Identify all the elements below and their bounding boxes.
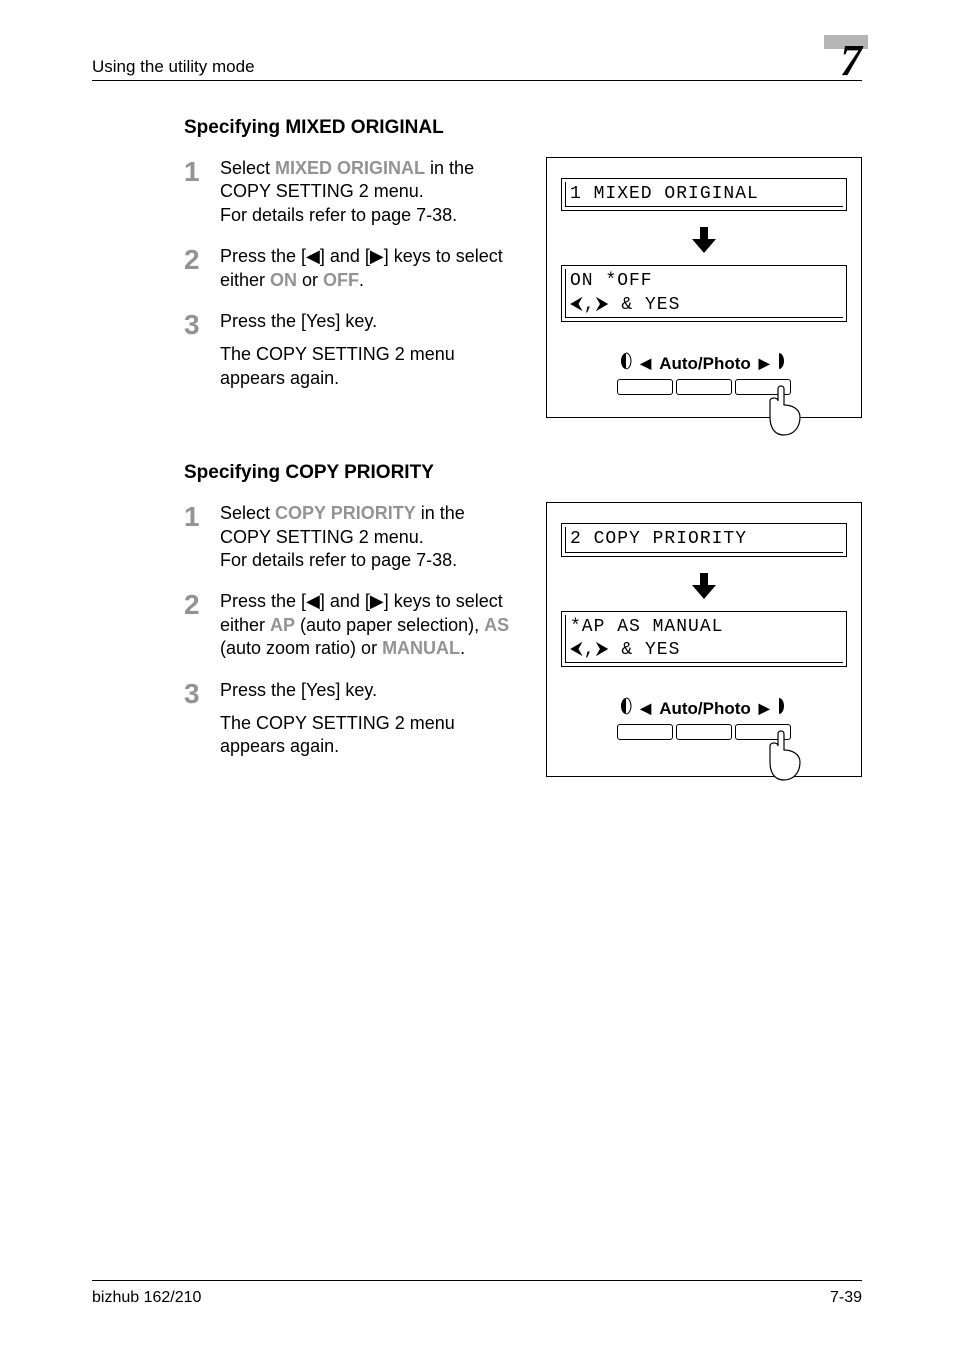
auto-photo-label-row: ◀ Auto/Photo ▶ xyxy=(604,697,804,720)
text: . xyxy=(460,638,465,658)
density-solid-icon xyxy=(778,352,788,375)
step-number: 1 xyxy=(184,157,220,227)
steps-col-1: 1 Select MIXED ORIGINAL in the COPY SETT… xyxy=(184,157,518,418)
running-header: Using the utility mode 7 xyxy=(92,35,862,81)
auto-photo-label: Auto/Photo xyxy=(659,699,751,719)
text: For details refer to page 7-38. xyxy=(220,204,518,227)
display-panel-1: 1 MIXED ORIGINAL ON *OFF ⮜,⮞ & YES ◀ xyxy=(546,157,862,418)
step-number: 3 xyxy=(184,679,220,759)
down-arrow-icon xyxy=(689,225,719,255)
text: (auto zoom ratio) or xyxy=(220,638,382,658)
highlight-mixed-original: MIXED ORIGINAL xyxy=(275,158,425,178)
text: Select xyxy=(220,503,275,523)
product-name: bizhub 162/210 xyxy=(92,1289,201,1307)
step-body: Select COPY PRIORITY in the COPY SETTING… xyxy=(220,502,518,572)
density-icon xyxy=(620,697,632,720)
lcd-row: ⮜,⮞ & YES xyxy=(570,294,838,317)
text: Press the [Yes] key. xyxy=(220,680,377,700)
auto-photo-label: Auto/Photo xyxy=(659,354,751,374)
chapter-marker: 7 xyxy=(786,35,862,77)
lcd-row: ⮜,⮞ & YES xyxy=(570,639,838,662)
chapter-number: 7 xyxy=(840,39,862,83)
highlight-manual: MANUAL xyxy=(382,638,460,658)
lcd-row: *AP AS MANUAL xyxy=(570,616,838,639)
lcd-line-2: ON *OFF ⮜,⮞ & YES xyxy=(561,265,847,322)
pointing-hand-icon xyxy=(764,728,808,789)
text: The COPY SETTING 2 menu appears again. xyxy=(220,712,518,759)
text: Press the [Yes] key. xyxy=(220,311,377,331)
density-icon xyxy=(620,352,632,375)
step-1-2: 2 Press the [◀] and [▶] keys to select e… xyxy=(184,245,518,292)
highlight-as: AS xyxy=(484,615,509,635)
step-1-1: 1 Select MIXED ORIGINAL in the COPY SETT… xyxy=(184,157,518,227)
text: (auto paper selection), xyxy=(295,615,484,635)
lcd-line-1: 1 MIXED ORIGINAL xyxy=(561,178,847,211)
left-triangle-icon: ◀ xyxy=(640,700,651,717)
auto-photo-control: ◀ Auto/Photo ▶ xyxy=(604,697,804,740)
step-number: 1 xyxy=(184,502,220,572)
text: . xyxy=(359,270,364,290)
keys-row xyxy=(604,379,804,395)
density-solid-icon xyxy=(778,697,788,720)
key-left[interactable] xyxy=(617,379,673,395)
text: For details refer to page 7-38. xyxy=(220,549,518,572)
step-2-3: 3 Press the [Yes] key. The COPY SETTING … xyxy=(184,679,518,759)
step-number: 2 xyxy=(184,245,220,292)
lcd-line-1: 2 COPY PRIORITY xyxy=(561,523,847,556)
keys-row xyxy=(604,724,804,740)
auto-photo-label-row: ◀ Auto/Photo ▶ xyxy=(604,352,804,375)
procedure-1: 1 Select MIXED ORIGINAL in the COPY SETT… xyxy=(184,157,862,418)
step-body: Press the [◀] and [▶] keys to select eit… xyxy=(220,245,518,292)
step-body: Press the [Yes] key. The COPY SETTING 2 … xyxy=(220,679,518,759)
text: The COPY SETTING 2 menu appears again. xyxy=(220,343,518,390)
step-number: 2 xyxy=(184,590,220,660)
procedure-2: 1 Select COPY PRIORITY in the COPY SETTI… xyxy=(184,502,862,777)
step-1-3: 3 Press the [Yes] key. The COPY SETTING … xyxy=(184,310,518,390)
section-title: Using the utility mode xyxy=(92,57,255,77)
highlight-copy-priority: COPY PRIORITY xyxy=(275,503,416,523)
text: Select xyxy=(220,158,275,178)
key-middle[interactable] xyxy=(676,724,732,740)
text: or xyxy=(297,270,323,290)
steps-col-2: 1 Select COPY PRIORITY in the COPY SETTI… xyxy=(184,502,518,777)
step-body: Select MIXED ORIGINAL in the COPY SETTIN… xyxy=(220,157,518,227)
pointing-hand-icon xyxy=(764,383,808,444)
step-2-1: 1 Select COPY PRIORITY in the COPY SETTI… xyxy=(184,502,518,572)
right-triangle-icon: ▶ xyxy=(759,355,770,372)
auto-photo-control: ◀ Auto/Photo ▶ xyxy=(604,352,804,395)
footer: bizhub 162/210 7-39 xyxy=(92,1280,862,1307)
down-arrow-icon xyxy=(689,571,719,601)
heading-copy-priority: Specifying COPY PRIORITY xyxy=(184,462,862,484)
page-number: 7-39 xyxy=(830,1289,862,1307)
lcd-line-2: *AP AS MANUAL ⮜,⮞ & YES xyxy=(561,611,847,668)
left-triangle-icon: ◀ xyxy=(640,355,651,372)
lcd-row: ON *OFF xyxy=(570,270,838,293)
step-body: Press the [Yes] key. The COPY SETTING 2 … xyxy=(220,310,518,390)
step-body: Press the [◀] and [▶] keys to select eit… xyxy=(220,590,518,660)
highlight-ap: AP xyxy=(270,615,295,635)
key-left[interactable] xyxy=(617,724,673,740)
display-panel-2: 2 COPY PRIORITY *AP AS MANUAL ⮜,⮞ & YES … xyxy=(546,502,862,777)
step-2-2: 2 Press the [◀] and [▶] keys to select e… xyxy=(184,590,518,660)
key-middle[interactable] xyxy=(676,379,732,395)
step-number: 3 xyxy=(184,310,220,390)
highlight-on: ON xyxy=(270,270,297,290)
heading-mixed-original: Specifying MIXED ORIGINAL xyxy=(184,117,862,139)
right-triangle-icon: ▶ xyxy=(759,700,770,717)
highlight-off: OFF xyxy=(323,270,359,290)
